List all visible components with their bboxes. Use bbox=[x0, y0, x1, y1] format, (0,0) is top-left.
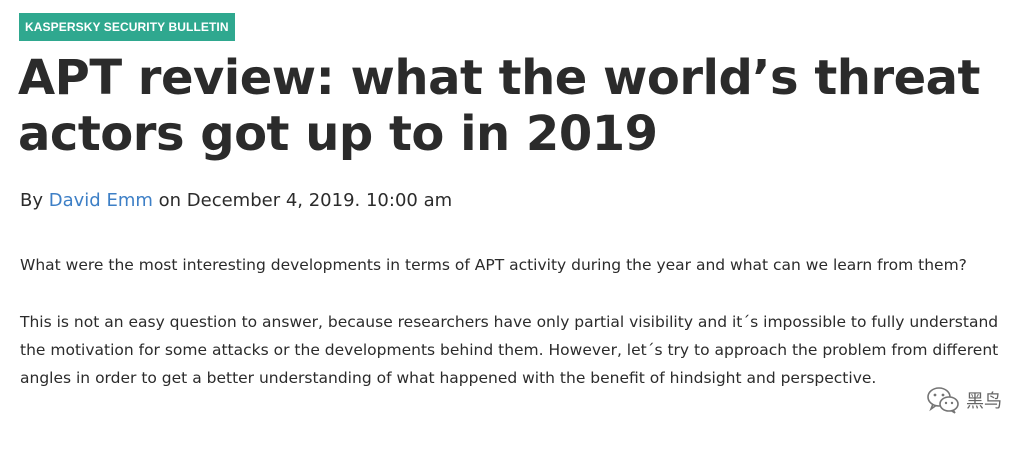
category-badge[interactable]: KASPERSKY SECURITY BULLETIN bbox=[19, 13, 235, 41]
byline-date: on December 4, 2019. 10:00 am bbox=[158, 190, 453, 211]
byline-by: By bbox=[20, 190, 44, 211]
article-title: APT review: what the world’s threat acto… bbox=[18, 50, 981, 162]
watermark: 黑鸟 bbox=[926, 386, 1002, 414]
byline: By David Emm on December 4, 2019. 10:00 … bbox=[20, 188, 452, 214]
article-paragraph-1: What were the most interesting developme… bbox=[20, 256, 967, 274]
watermark-text: 黑鸟 bbox=[966, 391, 1002, 412]
article-paragraph-2: This is not an easy question to answer, … bbox=[20, 313, 999, 387]
author-link[interactable]: David Emm bbox=[49, 190, 153, 211]
wechat-icon bbox=[926, 386, 960, 414]
